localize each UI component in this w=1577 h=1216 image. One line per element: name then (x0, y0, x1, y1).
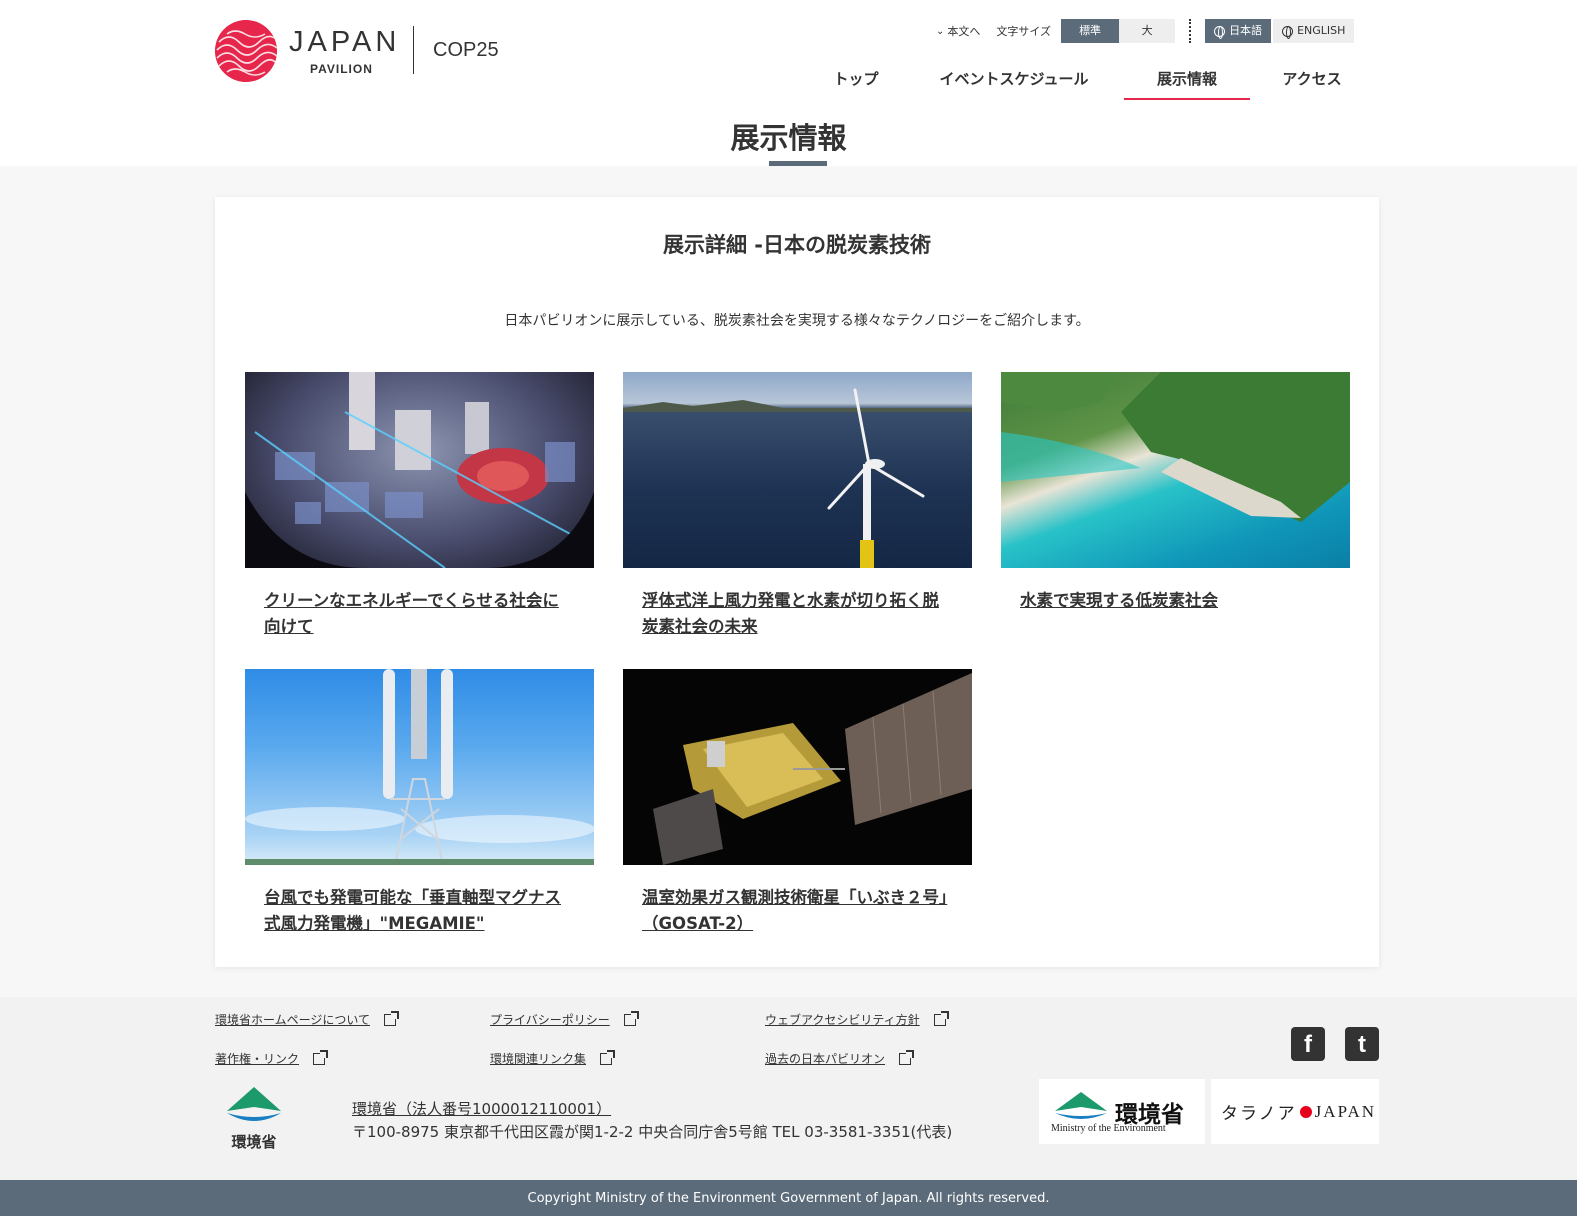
font-size-standard-button[interactable]: 標準 (1061, 19, 1120, 43)
exhibit-title-link[interactable]: 温室効果ガス観測技術衛星「いぶき２号」（GOSAT-2） (642, 885, 952, 937)
font-size-large-button[interactable]: 大 (1119, 19, 1176, 43)
cop25-label: COP25 (433, 39, 499, 61)
talanoa-japan-text: タラノア JAPAN (1221, 1099, 1376, 1124)
logo-pavilion-text: PAVILION (310, 62, 373, 76)
site-header: JAPAN PAVILION COP25 ⌄ 本文へ 文字サイズ 標準 大 日本… (0, 0, 1577, 166)
exhibit-title-link[interactable]: クリーンなエネルギーでくらせる社会に向けて (264, 588, 574, 640)
moe-banner-en: Ministry of the Environment (1051, 1123, 1166, 1134)
site-footer: 環境省ホームページについて プライバシーポリシー ウェブアクセシビリティ方針 著… (0, 997, 1577, 1180)
footer-link-past-pavilions[interactable]: 過去の日本パビリオン (765, 1049, 915, 1067)
exhibit-item[interactable]: 台風でも発電可能な「垂直軸型マグナス式風力発電機」"MEGAMIE" (245, 669, 594, 937)
wave-logo-icon (215, 20, 277, 82)
exhibit-title-link[interactable]: 水素で実現する低炭素社会 (1020, 588, 1330, 614)
moe-banner[interactable]: 環境省 Ministry of the Environment (1039, 1079, 1205, 1144)
vertical-wind-turbine-image[interactable] (245, 669, 594, 865)
moe-emblem-icon (227, 1087, 281, 1121)
exhibit-item[interactable]: 温室効果ガス観測技術衛星「いぶき２号」（GOSAT-2） (623, 669, 972, 937)
exhibit-title-link[interactable]: 浮体式洋上風力発電と水素が切り拓く脱炭素社会の未来 (642, 588, 952, 640)
exhibit-item[interactable]: 水素で実現する低炭素社会 (1001, 372, 1350, 614)
nav-item-top[interactable]: トップ (808, 58, 904, 100)
japan-pavilion-logo[interactable]: JAPAN PAVILION COP25 (215, 20, 505, 82)
external-link-icon (313, 1049, 329, 1065)
language-japanese-button[interactable]: 日本語 (1205, 19, 1272, 43)
footer-link-about[interactable]: 環境省ホームページについて (215, 1010, 400, 1028)
exhibit-item[interactable]: クリーンなエネルギーでくらせる社会に向けて (245, 372, 594, 640)
logo-divider (413, 26, 414, 74)
footer-link-label: 過去の日本パビリオン (765, 1052, 886, 1066)
org-name-link[interactable]: 環境省（法人番号1000012110001） (352, 1098, 611, 1119)
lang-ja-label: 日本語 (1229, 24, 1263, 37)
utility-divider (1189, 19, 1192, 43)
footer-link-copyright[interactable]: 著作権・リンク (215, 1049, 329, 1067)
copyright-bar: Copyright Ministry of the Environment Go… (0, 1180, 1577, 1216)
city-model-image[interactable] (245, 372, 594, 568)
skip-to-content-link[interactable]: ⌄ 本文へ (936, 23, 980, 39)
logo-japan-text: JAPAN (289, 26, 401, 58)
island-coast-image[interactable] (1001, 372, 1350, 568)
skip-label: 本文へ (947, 25, 981, 38)
external-link-icon (600, 1049, 616, 1065)
footer-link-accessibility[interactable]: ウェブアクセシビリティ方針 (765, 1010, 949, 1028)
font-size-label: 文字サイズ (996, 25, 1052, 38)
nav-item-exhibition[interactable]: 展示情報 (1124, 58, 1250, 100)
external-link-icon (623, 1010, 639, 1026)
external-link-icon (899, 1049, 915, 1065)
footer-link-label: 環境省ホームページについて (215, 1013, 371, 1027)
facebook-icon[interactable]: f (1291, 1027, 1325, 1061)
moe-emblem-icon (1055, 1092, 1107, 1119)
org-address: 〒100-8975 東京都千代田区霞が関1-2-2 中央合同庁舎5号館 TEL … (352, 1123, 953, 1141)
external-link-icon (384, 1010, 400, 1026)
offshore-wind-turbine-image[interactable] (623, 372, 972, 568)
nav-item-access[interactable]: アクセス (1250, 58, 1374, 100)
lang-en-label: ENGLISH (1297, 24, 1346, 37)
talanoa-japan-banner[interactable]: タラノア JAPAN (1211, 1079, 1379, 1144)
footer-link-privacy[interactable]: プライバシーポリシー (490, 1010, 639, 1028)
exhibit-item[interactable]: 浮体式洋上風力発電と水素が切り拓く脱炭素社会の未来 (623, 372, 972, 640)
language-english-button[interactable]: ENGLISH (1273, 19, 1355, 43)
page-title-underline (769, 161, 827, 166)
footer-link-label: ウェブアクセシビリティ方針 (765, 1013, 920, 1027)
exhibition-card: 展示詳細 -日本の脱炭素技術 日本パビリオンに展示している、脱炭素社会を実現する… (215, 197, 1379, 967)
utility-bar: ⌄ 本文へ 文字サイズ 標準 大 日本語 ENGLISH (936, 18, 1355, 44)
twitter-icon[interactable]: t (1345, 1027, 1379, 1061)
main-nav: トップ イベントスケジュール 展示情報 アクセス (808, 58, 1374, 100)
satellite-image[interactable] (623, 669, 972, 865)
nav-item-event-schedule[interactable]: イベントスケジュール (904, 58, 1124, 100)
globe-icon (1282, 25, 1294, 39)
footer-link-label: 著作権・リンク (215, 1052, 300, 1066)
external-link-icon (933, 1010, 949, 1026)
moe-logo-text: 環境省 (231, 1133, 277, 1151)
section-heading: 展示詳細 -日本の脱炭素技術 (662, 233, 932, 257)
talanoa-label: タラノア (1221, 1104, 1297, 1123)
exhibit-title-link[interactable]: 台風でも発電可能な「垂直軸型マグナス式風力発電機」"MEGAMIE" (264, 885, 574, 937)
footer-link-label: 環境関連リンク集 (490, 1052, 587, 1066)
moe-logo[interactable]: 環境省 (223, 1085, 285, 1155)
red-dot-icon (1299, 1105, 1312, 1118)
section-description: 日本パビリオンに展示している、脱炭素社会を実現する様々なテクノロジーをご紹介しま… (504, 313, 1090, 329)
japan-label: JAPAN (1314, 1101, 1377, 1121)
globe-icon (1214, 25, 1226, 39)
footer-link-related[interactable]: 環境関連リンク集 (490, 1049, 616, 1067)
page-title: 展示情報 (730, 121, 847, 155)
chevron-down-icon: ⌄ (936, 25, 945, 37)
footer-link-label: プライバシーポリシー (490, 1013, 610, 1027)
